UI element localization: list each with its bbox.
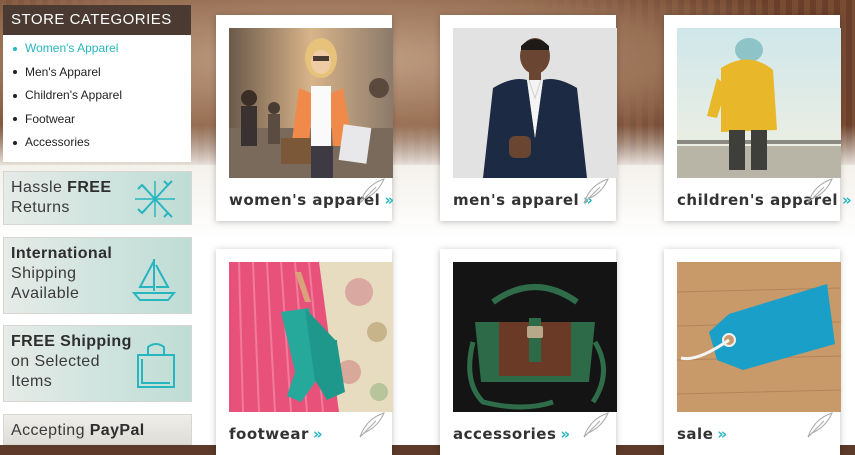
bullet-icon bbox=[13, 93, 17, 98]
promo-free-shipping-text: FREE Shipping on Selected Items bbox=[11, 333, 132, 390]
promo-paypal[interactable]: Accepting PayPal bbox=[3, 414, 192, 445]
card-footwear[interactable]: footwear» bbox=[216, 249, 393, 455]
bullet-icon bbox=[13, 117, 17, 122]
feather-icon bbox=[359, 178, 385, 204]
double-chevron-icon: » bbox=[717, 425, 728, 443]
mens-apparel-photo bbox=[453, 28, 617, 178]
card-womens-apparel[interactable]: women's apparel» bbox=[216, 15, 394, 221]
category-footwear[interactable]: Footwear bbox=[3, 108, 191, 132]
double-chevron-icon: » bbox=[560, 425, 571, 443]
feather-icon bbox=[807, 412, 833, 438]
promo-free-shipping[interactable]: FREE Shipping on Selected Items bbox=[3, 325, 192, 402]
category-womens-apparel[interactable]: Women's Apparel bbox=[3, 37, 191, 61]
womens-apparel-photo bbox=[229, 28, 393, 178]
returns-arrows-icon bbox=[135, 180, 175, 218]
card-childrens-apparel[interactable]: children's apparel» bbox=[664, 15, 852, 221]
categories-title: STORE CATEGORIES bbox=[3, 5, 191, 35]
feather-icon bbox=[583, 178, 609, 204]
sale-label[interactable]: sale» bbox=[677, 425, 728, 443]
bullet-icon bbox=[13, 46, 17, 51]
feather-icon bbox=[807, 178, 833, 204]
category-accessories[interactable]: Accessories bbox=[3, 131, 191, 155]
sale-photo bbox=[677, 262, 841, 412]
sailboat-icon bbox=[131, 259, 177, 301]
accessories-photo bbox=[453, 262, 617, 412]
double-chevron-icon: » bbox=[842, 191, 853, 209]
category-mens-apparel[interactable]: Men's Apparel bbox=[3, 61, 191, 85]
feather-icon bbox=[359, 412, 385, 438]
footwear-label[interactable]: footwear» bbox=[229, 425, 323, 443]
category-list: Women's Apparel Men's Apparel Children's… bbox=[3, 35, 191, 162]
promo-paypal-text: Accepting PayPal bbox=[11, 422, 145, 439]
mens-apparel-label[interactable]: men's apparel» bbox=[453, 191, 593, 209]
card-sale[interactable]: sale» bbox=[664, 249, 841, 455]
category-childrens-apparel[interactable]: Children's Apparel bbox=[3, 84, 191, 108]
double-chevron-icon: » bbox=[312, 425, 324, 443]
promo-international-text: International Shipping Available bbox=[11, 245, 113, 302]
bullet-icon bbox=[13, 140, 17, 145]
promo-free-returns[interactable]: Hassle FREE Returns bbox=[3, 171, 192, 225]
card-accessories[interactable]: accessories» bbox=[440, 249, 617, 455]
bullet-icon bbox=[13, 70, 17, 75]
footwear-photo bbox=[229, 262, 393, 412]
feather-icon bbox=[583, 412, 609, 438]
accessories-label[interactable]: accessories» bbox=[453, 425, 571, 443]
store-categories: STORE CATEGORIES Women's Apparel Men's A… bbox=[3, 5, 191, 162]
childrens-apparel-photo bbox=[677, 28, 841, 178]
card-mens-apparel[interactable]: men's apparel» bbox=[440, 15, 617, 221]
shopping-bag-icon bbox=[137, 343, 175, 388]
promo-returns-text: Hassle FREE Returns bbox=[11, 179, 112, 216]
promo-international-shipping[interactable]: International Shipping Available bbox=[3, 237, 192, 314]
